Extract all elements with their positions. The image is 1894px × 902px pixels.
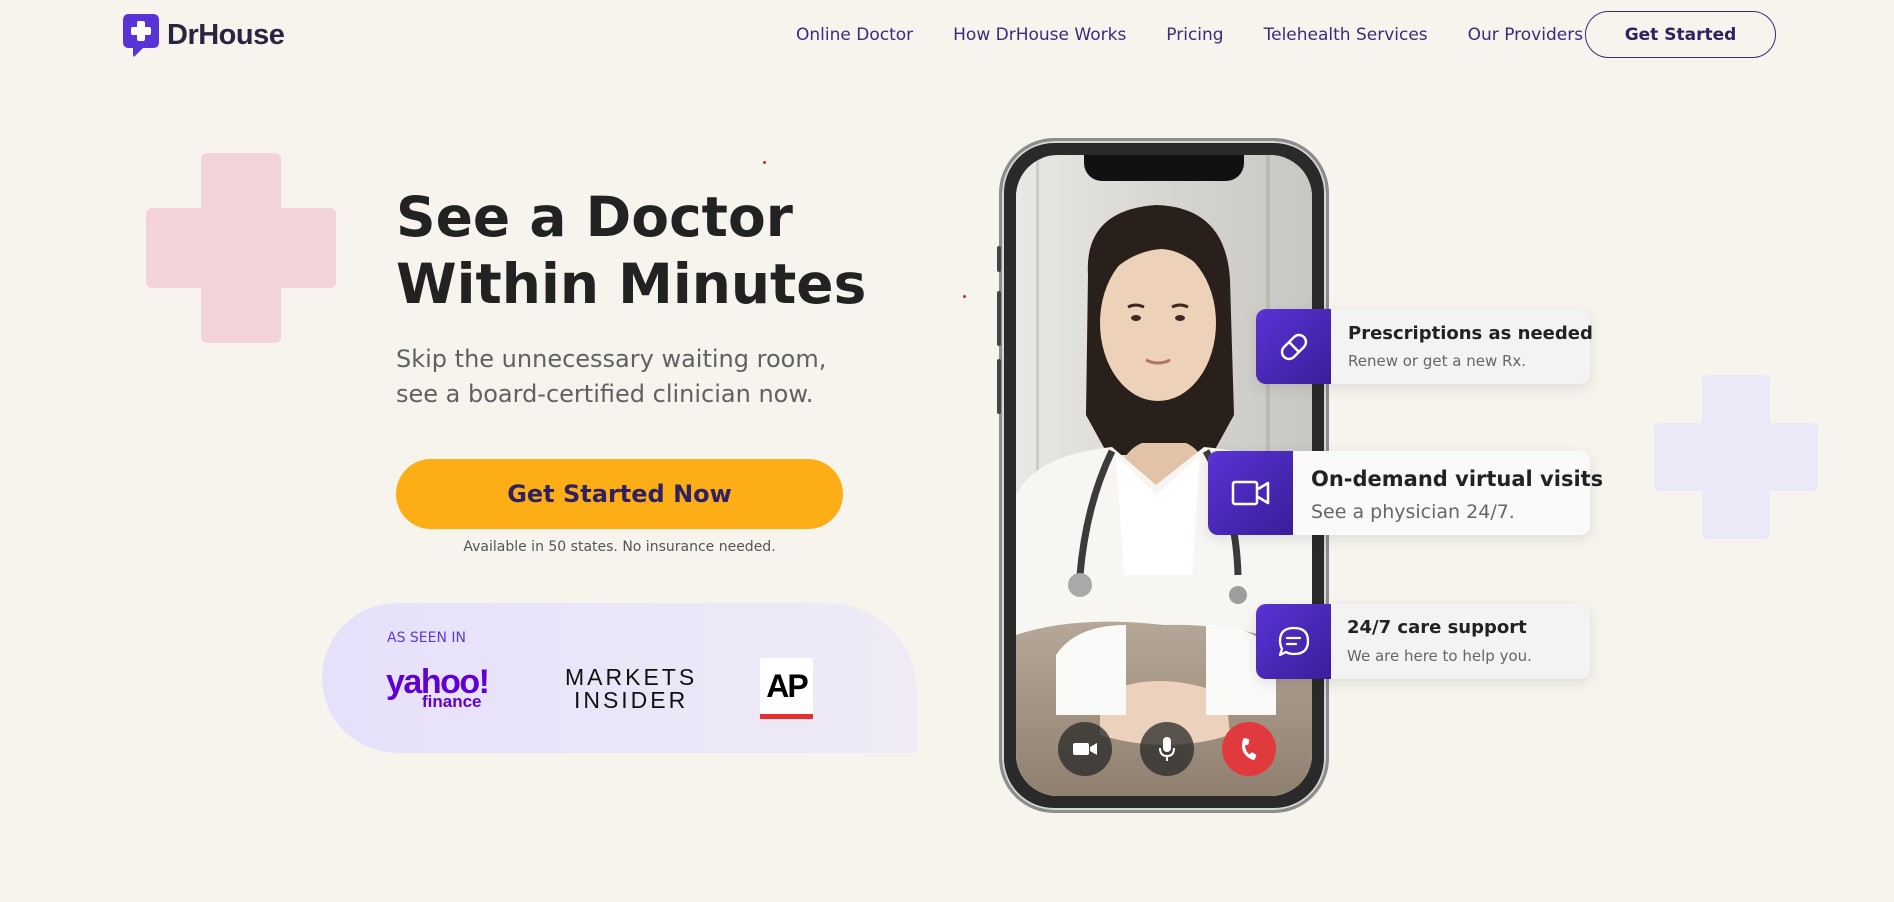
feature-card-prescriptions: Prescriptions as needed Renew or get a n…	[1256, 309, 1593, 384]
pill-icon	[1280, 333, 1307, 360]
get-started-button[interactable]: Get Started	[1585, 11, 1776, 58]
logo-text: DrHouse	[167, 18, 285, 51]
hero-title-line-1: See a Doctor	[396, 185, 793, 249]
feature-subtitle: See a physician 24/7.	[1311, 501, 1515, 523]
yahoo-finance-logo: yahoo! finance	[386, 665, 490, 711]
chat-support-icon	[1278, 626, 1309, 656]
finance-logo-text: finance	[422, 692, 482, 711]
feature-card-virtual-visits: On-demand virtual visits See a physician…	[1208, 451, 1603, 535]
phone-side-button	[997, 291, 1001, 346]
logo[interactable]: DrHouse	[121, 12, 285, 58]
decorative-dot	[763, 161, 766, 164]
video-camera-button[interactable]	[1058, 722, 1112, 776]
phone-side-button	[997, 246, 1001, 272]
phone-side-button	[997, 359, 1001, 414]
plus-chat-bubble-icon	[123, 14, 159, 57]
decorative-cross-lavender	[1654, 375, 1818, 539]
nav-link-online-doctor[interactable]: Online Doctor	[796, 25, 913, 45]
feature-card-care-support: 24/7 care support We are here to help yo…	[1256, 604, 1590, 679]
feature-icon-box	[1256, 604, 1331, 679]
insider-logo-text: INSIDER	[573, 687, 689, 713]
get-started-now-button[interactable]: Get Started Now	[396, 459, 843, 529]
nav-link-our-providers[interactable]: Our Providers	[1468, 25, 1583, 45]
as-seen-in-label: AS SEEN IN	[387, 630, 467, 646]
nav-link-pricing[interactable]: Pricing	[1166, 25, 1223, 45]
hero-title: See a Doctor Within Minutes	[396, 184, 956, 318]
feature-icon-box	[1208, 451, 1293, 535]
microphone-icon	[1159, 737, 1175, 761]
feature-title: Prescriptions as needed	[1348, 323, 1593, 344]
microphone-button[interactable]	[1140, 722, 1194, 776]
nav-link-telehealth-services[interactable]: Telehealth Services	[1264, 25, 1428, 45]
as-seen-in-panel: AS SEEN IN yahoo! finance MARKETS INSIDE…	[322, 603, 917, 753]
main-nav: Online Doctor How DrHouse Works Pricing …	[796, 0, 1623, 70]
feature-title: 24/7 care support	[1347, 617, 1527, 638]
markets-insider-logo: MARKETS INSIDER	[565, 666, 697, 712]
site-header: DrHouse Online Doctor How DrHouse Works …	[0, 0, 1894, 70]
video-camera-icon	[1073, 743, 1097, 755]
phone-notch	[1084, 155, 1244, 181]
ap-logo: AP	[760, 658, 813, 719]
feature-icon-box	[1256, 309, 1331, 384]
end-call-button[interactable]	[1222, 722, 1276, 776]
hero-subtitle-line-2: see a board-certified clinician now.	[396, 380, 814, 408]
feature-title: On-demand virtual visits	[1311, 467, 1604, 491]
feature-subtitle: Renew or get a new Rx.	[1348, 352, 1527, 370]
end-call-icon	[1241, 737, 1257, 761]
hero-subtitle-line-1: Skip the unnecessary waiting room,	[396, 345, 827, 373]
feature-subtitle: We are here to help you.	[1347, 647, 1532, 665]
nav-link-how-it-works[interactable]: How DrHouse Works	[953, 25, 1126, 45]
availability-note: Available in 50 states. No insurance nee…	[463, 539, 776, 555]
video-icon	[1231, 480, 1269, 506]
decorative-cross-pink	[146, 153, 336, 343]
decorative-dot	[963, 295, 966, 298]
hero-subtitle: Skip the unnecessary waiting room, see a…	[396, 342, 896, 412]
hero-title-line-2: Within Minutes	[396, 252, 867, 316]
